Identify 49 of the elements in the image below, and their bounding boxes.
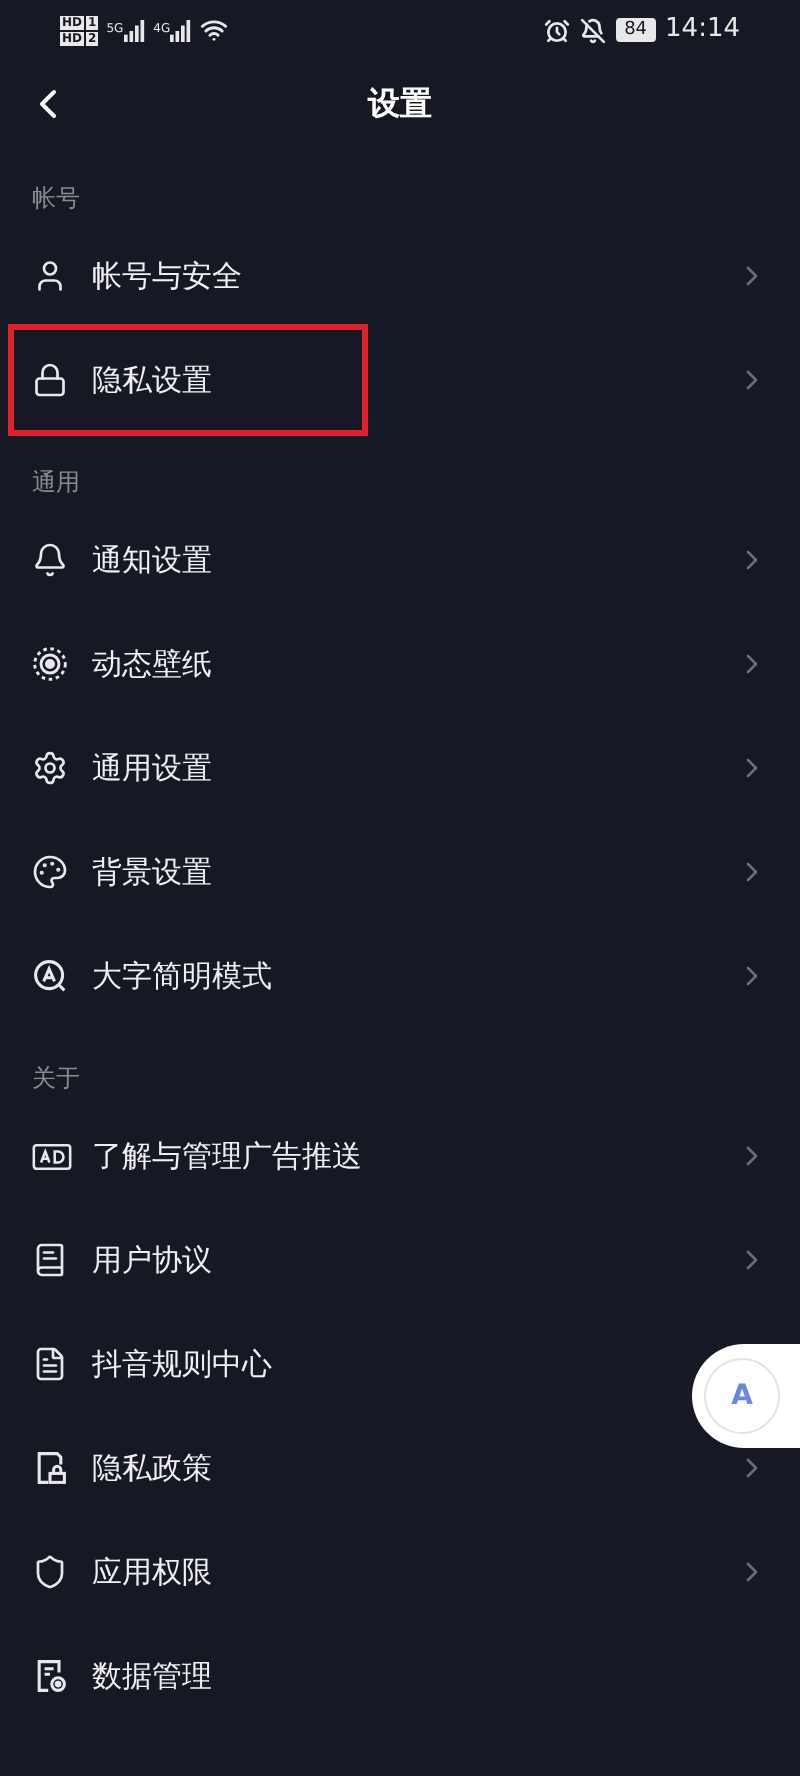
ad-icon: [32, 1141, 72, 1171]
book-icon: [32, 1242, 68, 1278]
clock: 14:14: [665, 12, 740, 49]
mute-icon: [580, 17, 607, 43]
lock-icon: [32, 362, 68, 398]
item-label: 隐私设置: [92, 359, 212, 402]
settings-item[interactable]: 背景设置: [0, 820, 800, 924]
item-label: 通知设置: [92, 539, 212, 582]
settings-item[interactable]: 应用权限: [0, 1520, 800, 1624]
section-title: 通用: [30, 466, 82, 500]
wifi-icon: [200, 16, 229, 44]
page-title: 设置: [368, 82, 432, 126]
settings-item[interactable]: 了解与管理广告推送: [0, 1104, 800, 1208]
person-icon: [32, 258, 68, 294]
settings-item[interactable]: 用户协议: [0, 1208, 800, 1312]
settings-item[interactable]: 帐号与安全: [0, 224, 800, 328]
item-label: 大字简明模式: [92, 955, 272, 998]
settings-item[interactable]: 大字简明模式: [0, 924, 800, 1028]
item-label: 应用权限: [92, 1551, 212, 1594]
section-title: 关于: [30, 1062, 82, 1096]
bell-icon: [32, 542, 68, 578]
item-label: 动态壁纸: [92, 643, 212, 686]
settings-item[interactable]: 抖音规则中心: [0, 1312, 600, 1416]
item-label: 背景设置: [92, 851, 212, 894]
section-title: 帐号: [30, 182, 82, 216]
settings-item[interactable]: 通用设置: [0, 716, 800, 820]
signal-icon: [170, 19, 193, 41]
palette-icon: [32, 854, 68, 890]
file-gear-icon: [32, 1658, 68, 1694]
target-icon: [32, 646, 68, 682]
item-label: 帐号与安全: [92, 255, 242, 298]
item-label: 了解与管理广告推送: [92, 1135, 362, 1178]
signal-icon: [123, 19, 146, 41]
item-label: 用户协议: [92, 1239, 212, 1282]
settings-item[interactable]: 数据管理: [0, 1624, 600, 1728]
shield-icon: [32, 1554, 68, 1590]
settings-item[interactable]: 通知设置: [0, 508, 800, 612]
item-label: 数据管理: [92, 1655, 212, 1698]
battery-indicator: 84: [616, 18, 656, 42]
settings-item[interactable]: 隐私设置: [0, 328, 800, 432]
file-lock-icon: [32, 1450, 68, 1486]
alarm-icon: [544, 17, 571, 43]
magnifier-icon: [32, 958, 68, 994]
document-icon: [32, 1346, 68, 1382]
settings-icon: [32, 750, 68, 786]
item-label: 抖音规则中心: [92, 1343, 272, 1386]
item-label: 通用设置: [92, 747, 212, 790]
settings-item[interactable]: 动态壁纸: [0, 612, 800, 716]
item-label: 隐私政策: [92, 1447, 212, 1490]
